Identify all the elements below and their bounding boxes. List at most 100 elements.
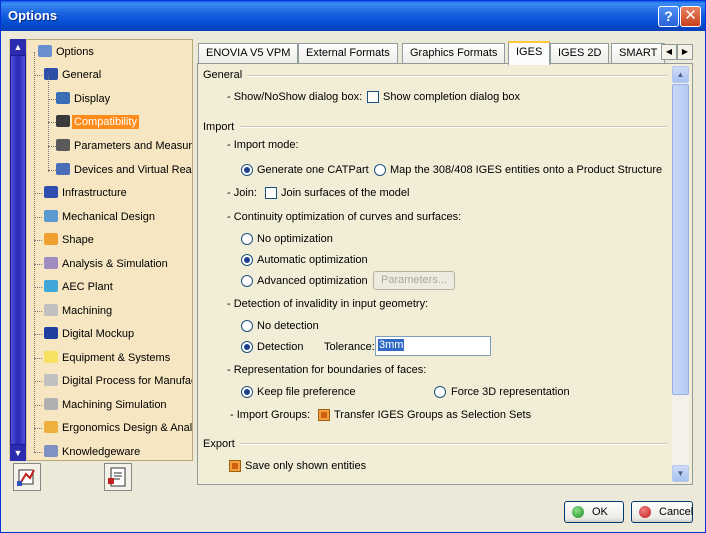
- tools-icon[interactable]: [13, 463, 41, 491]
- no-detection-radio[interactable]: [241, 320, 253, 332]
- scroll-down-icon[interactable]: ▼: [672, 465, 689, 482]
- tree-item-label: Compatibility: [72, 115, 139, 129]
- tolerance-input[interactable]: 3mm: [375, 336, 491, 356]
- analysis-icon: [44, 257, 58, 269]
- parameters-button[interactable]: Parameters...: [373, 271, 455, 290]
- transfer-groups-checkbox[interactable]: [318, 409, 330, 421]
- export-section-title: Export: [203, 438, 235, 450]
- tree-item-options[interactable]: Options: [38, 43, 96, 61]
- detection-label[interactable]: Detection: [257, 341, 303, 353]
- force-3d-radio[interactable]: [434, 386, 446, 398]
- tree-item-label: Parameters and Measure: [74, 140, 193, 152]
- tolerance-label: Tolerance:: [324, 341, 375, 353]
- import-section-title: Import: [203, 121, 235, 133]
- scroll-up-icon[interactable]: ▲: [672, 66, 689, 83]
- show-completion-checkbox[interactable]: [367, 91, 379, 103]
- tree-item-knowledgeware[interactable]: Knowledgeware: [44, 443, 142, 460]
- tree-item-digital-mockup[interactable]: Digital Mockup: [44, 325, 136, 343]
- tree-item-compatibility[interactable]: Compatibility: [56, 113, 139, 131]
- continuity-label: - Continuity optimization of curves and …: [227, 211, 462, 223]
- tree-item-label: Infrastructure: [62, 187, 127, 199]
- machining-simulation-icon: [44, 398, 58, 410]
- tree-connector: [34, 52, 35, 452]
- advanced-optimization-label[interactable]: Advanced optimization: [257, 275, 368, 287]
- save-shown-label[interactable]: Save only shown entities: [245, 460, 366, 472]
- keep-file-preference-radio[interactable]: [241, 386, 253, 398]
- panel-scrollbar[interactable]: ▲ ▼: [672, 66, 689, 482]
- tree-item-label: Digital Process for Manufact: [62, 375, 193, 387]
- machining-icon: [44, 304, 58, 316]
- tab-external-formats[interactable]: External Formats: [298, 43, 398, 64]
- detection-radio[interactable]: [241, 341, 253, 353]
- tolerance-value[interactable]: 3mm: [378, 339, 405, 351]
- tab-iges[interactable]: IGES: [508, 41, 551, 65]
- join-surfaces-label[interactable]: Join surfaces of the model: [281, 187, 409, 199]
- tree-item-infrastructure[interactable]: Infrastructure: [44, 184, 129, 202]
- scroll-thumb[interactable]: [672, 84, 689, 395]
- tree-item-analysis-simulation[interactable]: Analysis & Simulation: [44, 255, 170, 273]
- tab-iges-2d[interactable]: IGES 2D: [550, 43, 610, 64]
- keep-file-preference-label[interactable]: Keep file preference: [257, 386, 355, 398]
- tree-item-machining[interactable]: Machining: [44, 302, 114, 320]
- automatic-optimization-label[interactable]: Automatic optimization: [257, 254, 368, 266]
- tab-scroll-right-icon[interactable]: ▶: [677, 44, 693, 60]
- no-optimization-label[interactable]: No optimization: [257, 233, 333, 245]
- tab-enovia-v5-vpm[interactable]: ENOVIA V5 VPM: [198, 43, 299, 64]
- tab-graphics-formats[interactable]: Graphics Formats: [402, 43, 506, 64]
- tree-item-label: AEC Plant: [62, 281, 113, 293]
- close-button[interactable]: ✕: [680, 6, 701, 27]
- tree-item-shape[interactable]: Shape: [44, 231, 96, 249]
- shape-icon: [44, 233, 58, 245]
- advanced-optimization-radio[interactable]: [241, 275, 253, 287]
- ok-button[interactable]: OK: [564, 501, 624, 523]
- general-divider: [247, 75, 667, 77]
- tree-connector: [34, 358, 42, 359]
- no-optimization-radio[interactable]: [241, 233, 253, 245]
- tree-item-devices-and-virtual-realit[interactable]: Devices and Virtual Realit: [56, 161, 193, 179]
- tree-scroll-down-icon[interactable]: ▼: [10, 445, 26, 461]
- mode-product-structure-label[interactable]: Map the 308/408 IGES entities onto a Pro…: [390, 164, 662, 176]
- tree-item-ergonomics-design-analys[interactable]: Ergonomics Design & Analys: [44, 419, 192, 437]
- tree-item-label: Shape: [62, 234, 94, 246]
- mode-one-catpart-radio[interactable]: [241, 164, 253, 176]
- tree-scrollbar[interactable]: ▲ ▼: [9, 39, 27, 461]
- tab-smart[interactable]: SMART: [611, 43, 666, 64]
- ergonomics-icon: [44, 421, 58, 433]
- digital-mockup-icon: [44, 327, 58, 339]
- mode-product-structure-radio[interactable]: [374, 164, 386, 176]
- tree-scroll-thumb[interactable]: [10, 55, 26, 445]
- tree-item-digital-process-for-manufact[interactable]: Digital Process for Manufact: [44, 372, 193, 390]
- title-bar[interactable]: Options ? ✕: [1, 1, 705, 31]
- tree-connector: [34, 452, 42, 453]
- tree-connector: [48, 146, 56, 147]
- tree-item-equipment-systems[interactable]: Equipment & Systems: [44, 349, 172, 367]
- general-icon: [44, 68, 58, 80]
- tree-item-display[interactable]: Display: [56, 90, 112, 108]
- tree-item-machining-simulation[interactable]: Machining Simulation: [44, 396, 169, 414]
- close-icon: ✕: [684, 7, 697, 24]
- tree-item-mechanical-design[interactable]: Mechanical Design: [44, 208, 157, 226]
- tree-scroll-up-icon[interactable]: ▲: [10, 39, 26, 55]
- help-button[interactable]: ?: [658, 6, 679, 27]
- tree-item-label: Devices and Virtual Realit: [74, 164, 193, 176]
- automatic-optimization-radio[interactable]: [241, 254, 253, 266]
- mode-one-catpart-label[interactable]: Generate one CATPart: [257, 164, 369, 176]
- tree-connector: [48, 170, 56, 171]
- join-surfaces-checkbox[interactable]: [265, 187, 277, 199]
- force-3d-label[interactable]: Force 3D representation: [451, 386, 570, 398]
- show-dialog-label: - Show/NoShow dialog box:: [227, 91, 363, 103]
- cancel-button[interactable]: Cancel: [631, 501, 693, 523]
- invalidity-label: - Detection of invalidity in input geome…: [227, 298, 429, 310]
- tree-item-parameters-and-measure[interactable]: Parameters and Measure: [56, 137, 193, 155]
- tab-scroll-left-icon[interactable]: ◀: [661, 44, 677, 60]
- no-detection-label[interactable]: No detection: [257, 320, 319, 332]
- transfer-groups-label[interactable]: Transfer IGES Groups as Selection Sets: [334, 409, 531, 421]
- tree-item-aec-plant[interactable]: AEC Plant: [44, 278, 115, 296]
- settings-doc-icon[interactable]: [104, 463, 132, 491]
- tree-connector: [34, 428, 42, 429]
- tree-connector: [48, 99, 56, 100]
- show-completion-label[interactable]: Show completion dialog box: [383, 91, 520, 103]
- save-shown-checkbox[interactable]: [229, 460, 241, 472]
- tree-item-general[interactable]: General: [44, 66, 103, 84]
- tree-connector: [34, 287, 42, 288]
